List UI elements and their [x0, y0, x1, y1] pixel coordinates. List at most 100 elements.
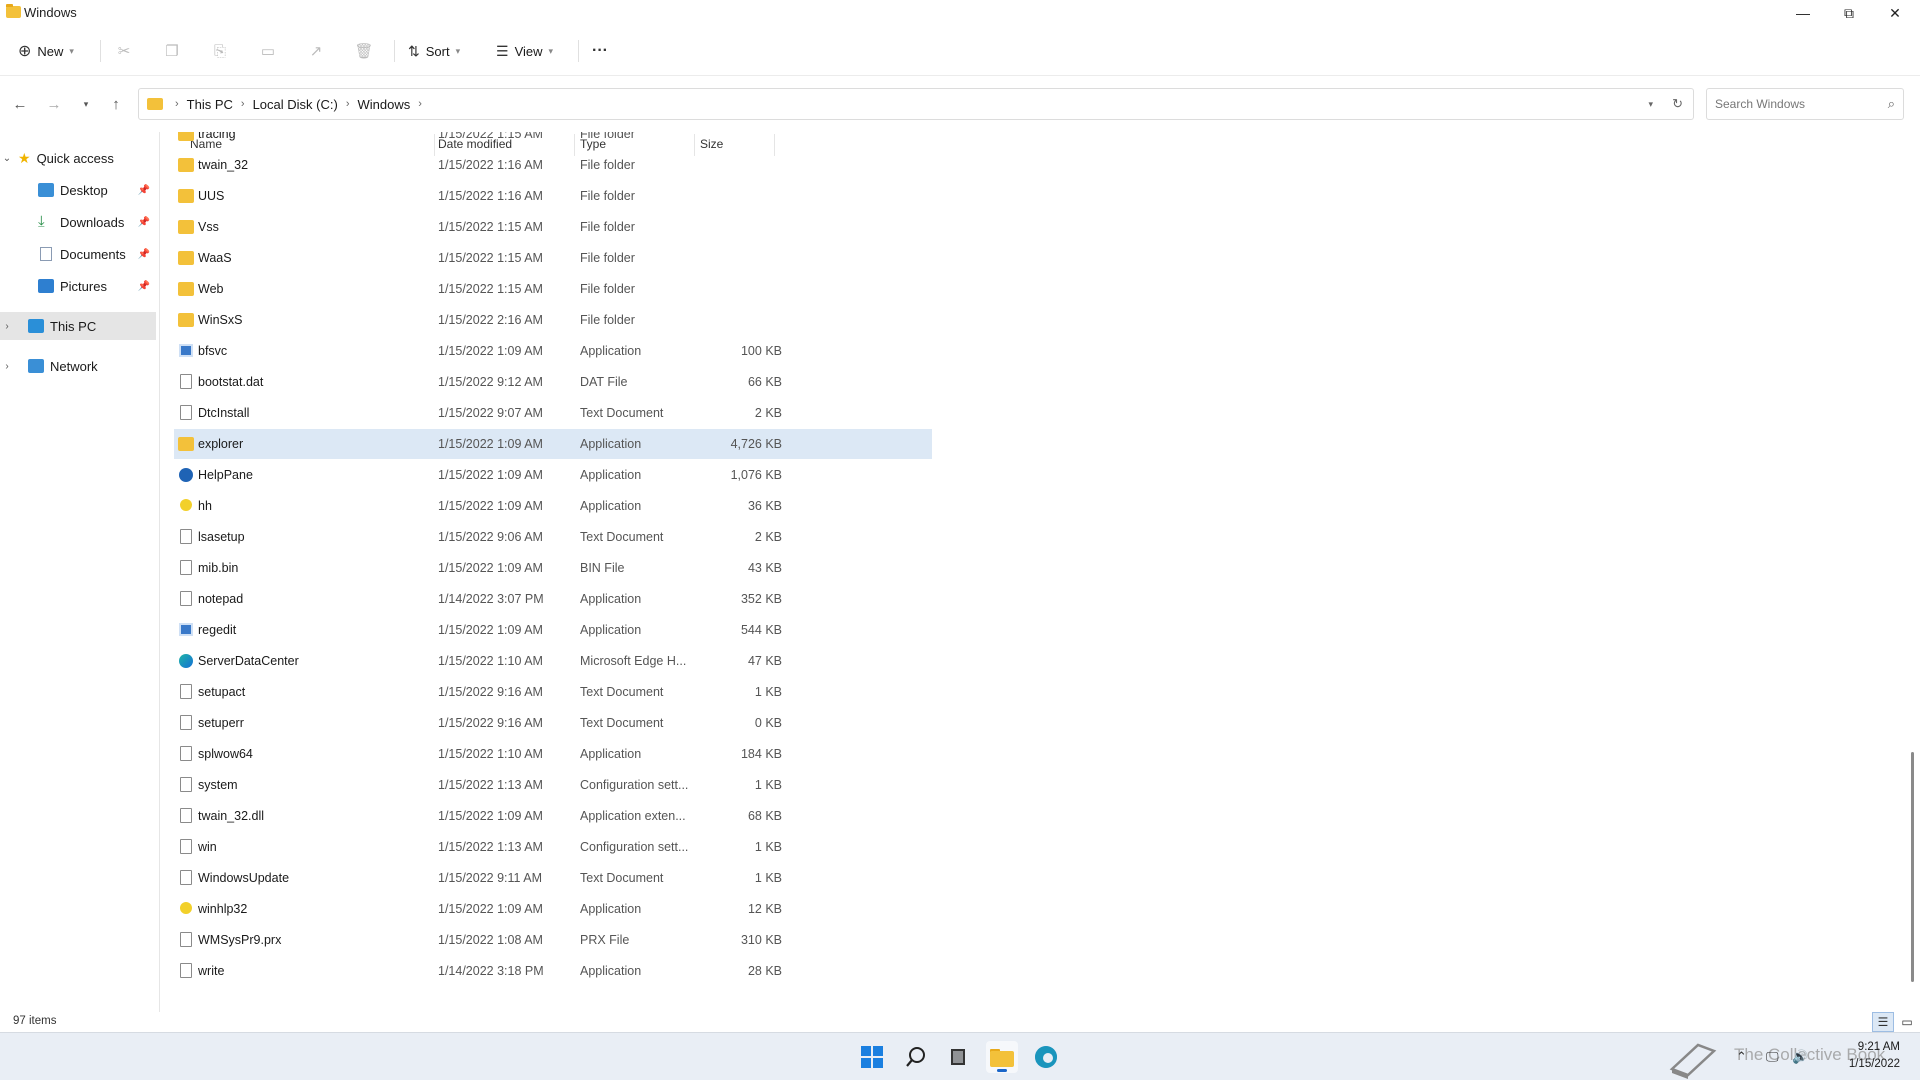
file-name: WinSxS [198, 313, 243, 327]
cut-button[interactable]: ✂ [112, 36, 136, 66]
documents-icon [40, 247, 52, 261]
file-date: 1/15/2022 1:10 AM [438, 654, 543, 668]
nav-label: This PC [50, 318, 97, 334]
file-type: Application [580, 964, 642, 978]
file-row[interactable]: ServerDataCenter 1/15/2022 1:10 AM Microso… [174, 646, 932, 676]
view-button[interactable]: ☰ View ▾ [496, 36, 553, 66]
scrollbar-thumb[interactable] [1911, 752, 1914, 982]
copy-button[interactable]: ❐ [160, 36, 184, 66]
file-row[interactable]: twain_32.dll 1/15/2022 1:09 AM Application… [174, 801, 932, 831]
file-row[interactable]: tracing 1/15/2022 1:15 AM File folder [174, 132, 932, 149]
file-row[interactable]: twain_32 1/15/2022 1:16 AM File folder [174, 150, 932, 180]
download-arrow-icon: ⤓ [38, 213, 45, 230]
file-type: DAT File [580, 375, 628, 389]
file-row[interactable]: mib.bin 1/15/2022 1:09 AM BIN File 43 KB [174, 553, 932, 583]
new-button[interactable]: ⊕ New ▾ [18, 36, 74, 66]
volume-tray-icon[interactable]: 🔊 [1792, 1033, 1808, 1080]
paste-button[interactable]: ⎘ [208, 36, 232, 66]
recent-locations-button[interactable]: ▾ [74, 94, 98, 114]
file-row[interactable]: explorer 1/15/2022 1:09 AM Application 4,72… [174, 429, 932, 459]
minimize-button[interactable]: — [1780, 0, 1826, 26]
arrow-right-icon: → [46, 95, 62, 113]
search-icon: ⌕ [1887, 96, 1895, 111]
file-row[interactable]: system 1/15/2022 1:13 AM Configuration set… [174, 770, 932, 800]
file-row[interactable]: hh 1/15/2022 1:09 AM Application 36 KB [174, 491, 932, 521]
file-row[interactable]: WaaS 1/15/2022 1:15 AM File folder [174, 243, 932, 273]
file-row[interactable]: setuperr 1/15/2022 9:16 AM Text Document 0 … [174, 708, 932, 738]
file-row[interactable]: Web 1/15/2022 1:15 AM File folder [174, 274, 932, 304]
file-row[interactable]: WMSysPr9.prx 1/15/2022 1:08 AM PRX File 310… [174, 925, 932, 955]
nav-network[interactable]: › Network [0, 352, 156, 380]
breadcrumb-this-pc[interactable]: This PC [187, 97, 233, 112]
file-row[interactable]: splwow64 1/15/2022 1:10 AM Application 184 … [174, 739, 932, 769]
chevron-down-icon: ▾ [1648, 98, 1653, 109]
file-row[interactable]: notepad 1/14/2022 3:07 PM Application 352 K… [174, 584, 932, 614]
breadcrumb-windows[interactable]: Windows [358, 97, 411, 112]
pin-icon[interactable]: 📌 [138, 281, 150, 292]
vertical-scrollbar[interactable] [1906, 132, 1920, 1012]
file-type: Application [580, 468, 642, 482]
file-row[interactable]: UUS 1/15/2022 1:16 AM File folder [174, 181, 932, 211]
file-name: Web [198, 282, 224, 296]
pin-icon[interactable]: 📌 [138, 217, 150, 228]
nav-desktop[interactable]: Desktop 📌 [0, 176, 156, 204]
file-row[interactable]: write 1/14/2022 3:18 PM Application 28 KB [174, 956, 932, 986]
file-row[interactable]: Vss 1/15/2022 1:15 AM File folder [174, 212, 932, 242]
file-row[interactable]: setupact 1/15/2022 9:16 AM Text Document 1 … [174, 677, 932, 707]
clock[interactable]: 9:21 AM 1/15/2022 [1820, 1039, 1900, 1073]
start-button[interactable] [856, 1041, 888, 1073]
share-button[interactable]: ↗ [304, 36, 328, 66]
breadcrumb-local-disk[interactable]: Local Disk (C:) [253, 97, 338, 112]
close-button[interactable]: ✕ [1872, 0, 1918, 26]
file-row[interactable]: bfsvc 1/15/2022 1:09 AM Application 100 KB [174, 336, 932, 366]
file-row[interactable]: WinSxS 1/15/2022 2:16 AM File folder [174, 305, 932, 335]
file-row[interactable]: WindowsUpdate 1/15/2022 9:11 AM Text Docum… [174, 863, 932, 893]
file-row[interactable]: HelpPane 1/15/2022 1:09 AM Application 1,07… [174, 460, 932, 490]
chevron-up-icon: ⌃ [1736, 1049, 1747, 1064]
nav-label: Pictures [60, 278, 107, 294]
details-view-button[interactable]: ☰ [1872, 1012, 1894, 1032]
up-button[interactable]: ↑ [104, 94, 128, 114]
refresh-button[interactable]: ↻ [1672, 89, 1683, 119]
nav-documents[interactable]: Documents 📌 [0, 240, 156, 268]
nav-pictures[interactable]: Pictures 📌 [0, 272, 156, 300]
file-row[interactable]: win 1/15/2022 1:13 AM Configuration sett..… [174, 832, 932, 862]
file-type: Application exten... [580, 809, 686, 823]
nav-this-pc[interactable]: › This PC [0, 312, 156, 340]
file-row[interactable]: lsasetup 1/15/2022 9:06 AM Text Document 2 … [174, 522, 932, 552]
file-size: 100 KB [740, 344, 782, 358]
restore-button[interactable]: ⧉ [1826, 0, 1872, 26]
address-dropdown-button[interactable]: ▾ [1648, 89, 1653, 119]
document-icon [180, 529, 192, 544]
large-icons-view-button[interactable]: ▭ [1896, 1012, 1918, 1032]
file-row[interactable]: regedit 1/15/2022 1:09 AM Application 544 K… [174, 615, 932, 645]
file-row[interactable]: bootstat.dat 1/15/2022 9:12 AM DAT File 66 … [174, 367, 932, 397]
view-label: View [514, 43, 543, 59]
more-options-button[interactable]: ··· [592, 36, 608, 66]
address-bar[interactable]: › This PC › Local Disk (C:) › Windows › … [138, 88, 1694, 120]
file-row[interactable]: DtcInstall 1/15/2022 9:07 AM Text Document… [174, 398, 932, 428]
file-explorer-taskbar-button[interactable] [986, 1041, 1018, 1073]
refresh-icon: ↻ [1672, 96, 1683, 111]
nav-quick-access[interactable]: ⌄ ★ Quick access [0, 144, 156, 172]
star-icon: ★ [18, 149, 31, 166]
forward-button[interactable]: → [42, 94, 66, 114]
file-row[interactable]: winhlp32 1/15/2022 1:09 AM Application 12 K… [174, 894, 932, 924]
task-view-button[interactable] [942, 1041, 974, 1073]
delete-button[interactable]: 🗑 [352, 36, 376, 66]
search-taskbar-button[interactable] [900, 1041, 932, 1073]
show-hidden-icons-button[interactable]: ⌃ [1736, 1033, 1747, 1080]
config-icon [180, 839, 192, 854]
edge-taskbar-button[interactable] [1030, 1041, 1062, 1073]
back-button[interactable]: ← [8, 94, 32, 114]
rename-button[interactable]: ▭ [256, 36, 280, 66]
search-input[interactable]: Search Windows ⌕ [1706, 88, 1904, 120]
file-size: 352 KB [740, 592, 782, 606]
pin-icon[interactable]: 📌 [138, 249, 150, 260]
sort-button[interactable]: ⇅ Sort ▾ [408, 36, 460, 66]
network-tray-icon[interactable]: 🖵 [1766, 1033, 1779, 1080]
nav-downloads[interactable]: ⤓ Downloads 📌 [0, 208, 156, 236]
folder-icon [178, 158, 194, 172]
pin-icon[interactable]: 📌 [138, 185, 150, 196]
file-name: notepad [198, 592, 244, 606]
